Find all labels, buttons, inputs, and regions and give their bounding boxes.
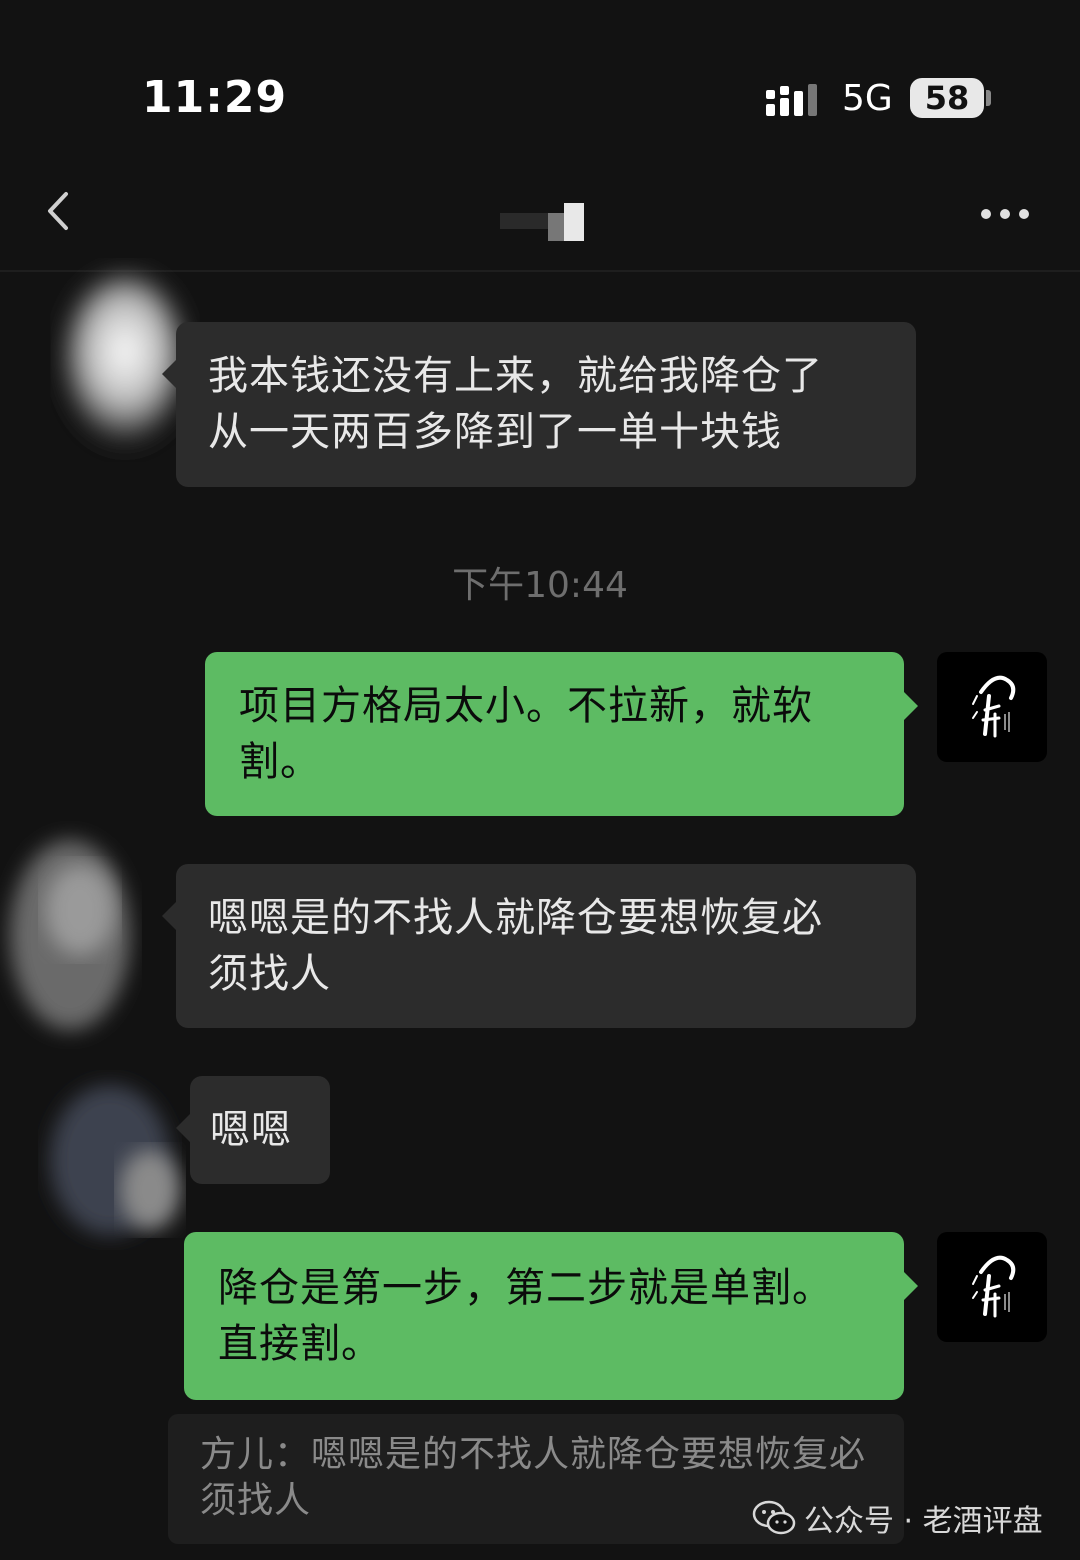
message-text-line: 嗯嗯 xyxy=(210,1107,292,1153)
signal-strength-icon xyxy=(766,84,817,116)
message-bubble-outgoing[interactable]: 降仓是第一步，第二步就是单割。 直接割。 xyxy=(184,1232,918,1400)
message-text-line: 项目方格局太小。不拉新，就软 xyxy=(239,683,813,729)
chat-screen: 11:29 5G 58 我本钱还没有上来，就给我降仓了 从一天两百多降到了一单十… xyxy=(0,0,1080,1560)
message-text-line: 从一天两百多降到了一单十块钱 xyxy=(208,409,782,455)
battery-tip xyxy=(986,90,991,106)
status-time: 11:29 xyxy=(142,72,288,123)
back-arrow-icon[interactable] xyxy=(40,186,80,236)
watermark-text: 公众号 · 老酒评盘 xyxy=(804,1504,1043,1539)
message-text-line: 须找人 xyxy=(208,951,331,997)
network-type: 5G xyxy=(842,78,893,119)
message-text-line: 直接割。 xyxy=(218,1321,382,1367)
message-text-line: 降仓是第一步，第二步就是单割。 xyxy=(218,1265,833,1311)
more-options-icon[interactable] xyxy=(980,206,1030,222)
message-bubble-incoming[interactable]: 嗯嗯 xyxy=(176,1076,330,1184)
calligraphy-logo-icon xyxy=(972,1255,1016,1318)
message-bubble-incoming[interactable]: 我本钱还没有上来，就给我降仓了 从一天两百多降到了一单十块钱 xyxy=(162,322,916,487)
calligraphy-logo-icon xyxy=(972,675,1016,738)
self-avatar[interactable] xyxy=(937,1232,1047,1342)
message-text-line: 割。 xyxy=(239,739,321,785)
message-text-line: 我本钱还没有上来，就给我降仓了 xyxy=(208,353,823,399)
battery-indicator: 58 xyxy=(910,78,984,118)
quoted-text-line: 方儿：嗯嗯是的不找人就降仓要想恢复必 xyxy=(200,1434,867,1475)
message-text-line: 嗯嗯是的不找人就降仓要想恢复必 xyxy=(208,895,823,941)
account-watermark: 公众号 · 老酒评盘 xyxy=(752,1494,1043,1542)
contact-avatar-blurred[interactable] xyxy=(30,1070,200,1250)
message-bubble-outgoing[interactable]: 项目方格局太小。不拉新，就软 割。 xyxy=(205,652,918,816)
chat-title-redacted xyxy=(500,203,584,241)
wechat-logo-icon xyxy=(752,1500,796,1535)
message-bubble-incoming[interactable]: 嗯嗯是的不找人就降仓要想恢复必 须找人 xyxy=(162,864,916,1028)
chat-timestamp: 下午10:44 xyxy=(452,565,628,606)
self-avatar[interactable] xyxy=(937,652,1047,762)
contact-avatar-blurred[interactable] xyxy=(0,820,150,1050)
